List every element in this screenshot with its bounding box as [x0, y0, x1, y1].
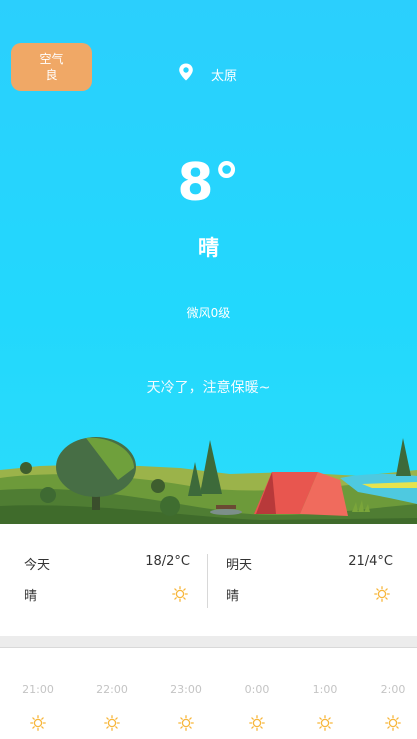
hourly-time: 22:00	[96, 683, 128, 696]
hourly-time: 2:00	[380, 683, 406, 696]
sun-icon	[30, 715, 46, 731]
forecast-day-label: 明天	[226, 558, 253, 573]
weather-hero: 空气 良 太原 8° 晴 微风0级 天冷了，注意保暖~	[0, 0, 417, 524]
air-quality-badge[interactable]: 空气 良	[11, 43, 92, 91]
camping-landscape-illustration	[0, 437, 417, 524]
current-temperature: 8°	[177, 153, 240, 213]
wind-level: 微风0级	[186, 306, 231, 320]
sun-icon	[249, 715, 265, 731]
forecast-card-tomorrow[interactable]: 明天 21/4°C 晴	[208, 524, 417, 636]
location[interactable]: 太原	[178, 63, 237, 85]
forecast-temp-range: 21/4°C	[348, 554, 393, 569]
weather-tip: 天冷了，注意保暖~	[146, 380, 271, 396]
hourly-item: 2:00	[373, 648, 413, 739]
sun-icon	[374, 586, 390, 602]
hourly-time: 0:00	[244, 683, 270, 696]
sun-icon	[385, 715, 401, 731]
forecast-card-today[interactable]: 今天 18/2°C 晴	[0, 524, 207, 636]
hourly-time: 23:00	[170, 683, 202, 696]
hourly-time: 21:00	[22, 683, 54, 696]
hourly-item: 0:00	[237, 648, 277, 739]
hourly-forecast[interactable]: 21:00 22:00 23:00 0:00 1:00 2:00	[0, 648, 417, 739]
location-pin-icon	[178, 63, 194, 85]
sun-icon	[317, 715, 333, 731]
hourly-item: 22:00	[92, 648, 132, 739]
sun-icon	[172, 586, 188, 602]
city-name: 太原	[211, 68, 238, 84]
daily-forecast: 今天 18/2°C 晴 明天 21/4°C 晴	[0, 524, 417, 636]
forecast-temp-range: 18/2°C	[145, 554, 190, 569]
air-quality-label: 空气	[39, 52, 64, 66]
hourly-item: 23:00	[166, 648, 206, 739]
forecast-condition: 晴	[226, 589, 240, 604]
sun-icon	[104, 715, 120, 731]
hourly-time: 1:00	[312, 683, 338, 696]
sun-icon	[178, 715, 194, 731]
hourly-item: 21:00	[18, 648, 58, 739]
forecast-day-label: 今天	[24, 558, 51, 573]
air-quality-value: 良	[45, 68, 58, 82]
current-condition: 晴	[198, 236, 219, 260]
forecast-condition: 晴	[24, 589, 38, 604]
hourly-item: 1:00	[305, 648, 345, 739]
